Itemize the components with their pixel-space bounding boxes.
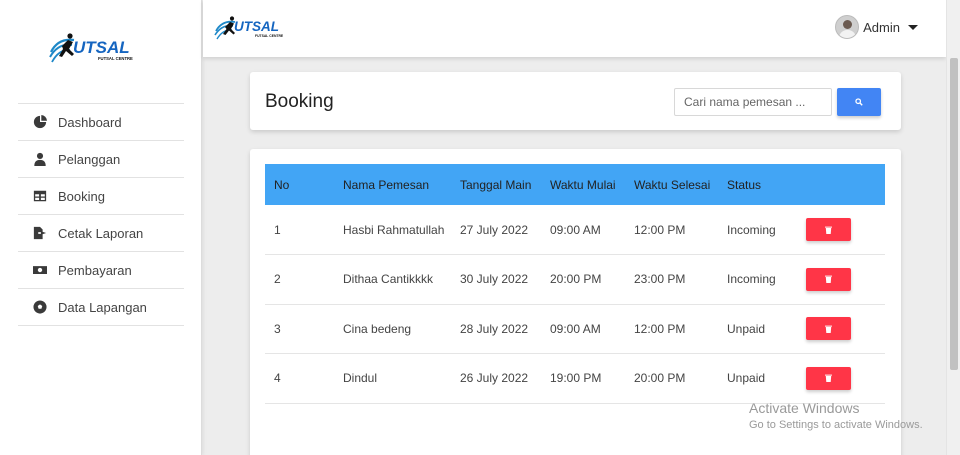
cell-nama-pemesan: Dindul: [343, 371, 378, 386]
search-input[interactable]: [674, 88, 832, 116]
cell-nama-pemesan: Dithaa Cantikkkk: [343, 272, 434, 287]
cell-no: 1: [274, 222, 281, 237]
cell-tanggal-main: 30 July 2022: [460, 272, 529, 287]
cell-no: 3: [274, 321, 281, 336]
sidebar-item-cetak-laporan[interactable]: Cetak Laporan: [18, 215, 184, 252]
sidebar-item-dashboard[interactable]: Dashboard: [18, 104, 184, 141]
football-icon: [32, 299, 48, 315]
trash-icon: [825, 325, 832, 333]
futsal-logo[interactable]: UTSAL FUTSAL CENTRE: [48, 30, 144, 70]
sidebar-item-label: Data Lapangan: [58, 299, 147, 315]
sidebar-item-label: Pembayaran: [58, 262, 132, 278]
cell-waktu-mulai: 20:00 PM: [550, 272, 602, 287]
page-title: Booking: [265, 91, 334, 112]
cell-status: Incoming: [727, 222, 776, 237]
table-row: 3 Cina bedeng 28 July 2022 09:00 AM 12:0…: [265, 304, 885, 354]
table-row: 2 Dithaa Cantikkkk 30 July 2022 20:00 PM…: [265, 255, 885, 305]
cell-nama-pemesan: Hasbi Rahmatullah: [343, 222, 445, 237]
cell-status: Unpaid: [727, 321, 766, 336]
table-header-row: No Nama Pemesan Tanggal Main Waktu Mulai…: [265, 164, 885, 205]
watermark-title: Activate Windows: [749, 400, 860, 416]
cell-status: Incoming: [727, 272, 776, 287]
sidebar-item-booking[interactable]: Booking: [18, 178, 184, 215]
cell-waktu-selesai: 23:00 PM: [634, 272, 686, 287]
page-scrollbar[interactable]: [946, 0, 960, 455]
column-header-status: Status: [727, 177, 762, 192]
user-menu[interactable]: Admin: [835, 15, 918, 39]
cell-waktu-selesai: 12:00 PM: [634, 321, 686, 336]
sidebar-item-label: Pelanggan: [58, 151, 121, 167]
futsal-logo[interactable]: UTSAL FUTSAL CENTRE: [214, 14, 292, 44]
cell-waktu-mulai: 19:00 PM: [550, 371, 602, 386]
cell-waktu-selesai: 20:00 PM: [634, 371, 686, 386]
svg-text:FUTSAL CENTRE: FUTSAL CENTRE: [98, 56, 133, 61]
top-navbar: UTSAL FUTSAL CENTRE Admin: [203, 0, 946, 57]
search-icon: [855, 98, 863, 106]
cell-status: Unpaid: [727, 371, 766, 386]
column-header-no: No: [274, 177, 290, 192]
cell-tanggal-main: 27 July 2022: [460, 222, 529, 237]
cell-waktu-mulai: 09:00 AM: [550, 321, 601, 336]
booking-table: No Nama Pemesan Tanggal Main Waktu Mulai…: [265, 164, 885, 404]
sidebar-menu: Dashboard Pelanggan Booking Cetak Lapora…: [18, 103, 184, 326]
user-name: Admin: [863, 19, 900, 35]
cell-action: [806, 255, 885, 305]
trash-icon: [825, 226, 832, 234]
caret-down-icon: [908, 24, 918, 30]
scrollbar-thumb[interactable]: [950, 58, 958, 370]
column-header-nama-pemesan: Nama Pemesan: [343, 177, 430, 192]
search-button[interactable]: [837, 88, 881, 116]
sidebar-item-data-lapangan[interactable]: Data Lapangan: [18, 289, 184, 326]
cell-no: 4: [274, 371, 281, 386]
cell-action: [806, 354, 885, 404]
user-icon: [32, 151, 48, 167]
column-header-waktu-mulai: Waktu Mulai: [550, 177, 616, 192]
delete-button[interactable]: [806, 218, 851, 241]
cell-action: [806, 304, 885, 354]
delete-button[interactable]: [806, 267, 851, 291]
avatar[interactable]: [835, 15, 860, 39]
cell-waktu-mulai: 09:00 AM: [550, 222, 601, 237]
column-header-action: [806, 164, 885, 205]
cell-tanggal-main: 28 July 2022: [460, 321, 529, 336]
table-icon: [32, 188, 48, 204]
table-row: 1 Hasbi Rahmatullah 27 July 2022 09:00 A…: [265, 205, 885, 255]
column-header-tanggal-main: Tanggal Main: [460, 177, 532, 192]
cell-tanggal-main: 26 July 2022: [460, 371, 529, 386]
file-export-icon: [32, 225, 48, 241]
sidebar-item-pelanggan[interactable]: Pelanggan: [18, 141, 184, 178]
delete-button[interactable]: [806, 317, 851, 341]
table-row: 4 Dindul 26 July 2022 19:00 PM 20:00 PM …: [265, 354, 885, 404]
column-header-waktu-selesai: Waktu Selesai: [634, 177, 711, 192]
trash-icon: [825, 374, 832, 383]
windows-activation-watermark: Activate Windows Go to Settings to activ…: [749, 400, 923, 431]
trash-icon: [825, 275, 832, 284]
sidebar-item-label: Booking: [58, 188, 105, 204]
svg-text:FUTSAL CENTRE: FUTSAL CENTRE: [255, 34, 284, 38]
pie-chart-icon: [32, 114, 48, 130]
svg-text:UTSAL: UTSAL: [234, 19, 279, 34]
page-header-card: Booking: [250, 72, 901, 130]
sidebar-item-pembayaran[interactable]: Pembayaran: [18, 252, 184, 289]
sidebar-item-label: Cetak Laporan: [58, 225, 144, 241]
cell-waktu-selesai: 12:00 PM: [634, 222, 686, 237]
delete-button[interactable]: [806, 366, 851, 390]
money-bill-icon: [32, 262, 48, 278]
cell-action: [806, 205, 885, 255]
cell-no: 2: [274, 272, 281, 287]
cell-nama-pemesan: Cina bedeng: [343, 321, 412, 336]
watermark-subtitle: Go to Settings to activate Windows.: [749, 419, 923, 431]
sidebar-item-label: Dashboard: [58, 114, 122, 130]
sidebar: UTSAL FUTSAL CENTRE Dashboard Pelanggan …: [0, 0, 202, 455]
svg-text:UTSAL: UTSAL: [73, 38, 130, 57]
